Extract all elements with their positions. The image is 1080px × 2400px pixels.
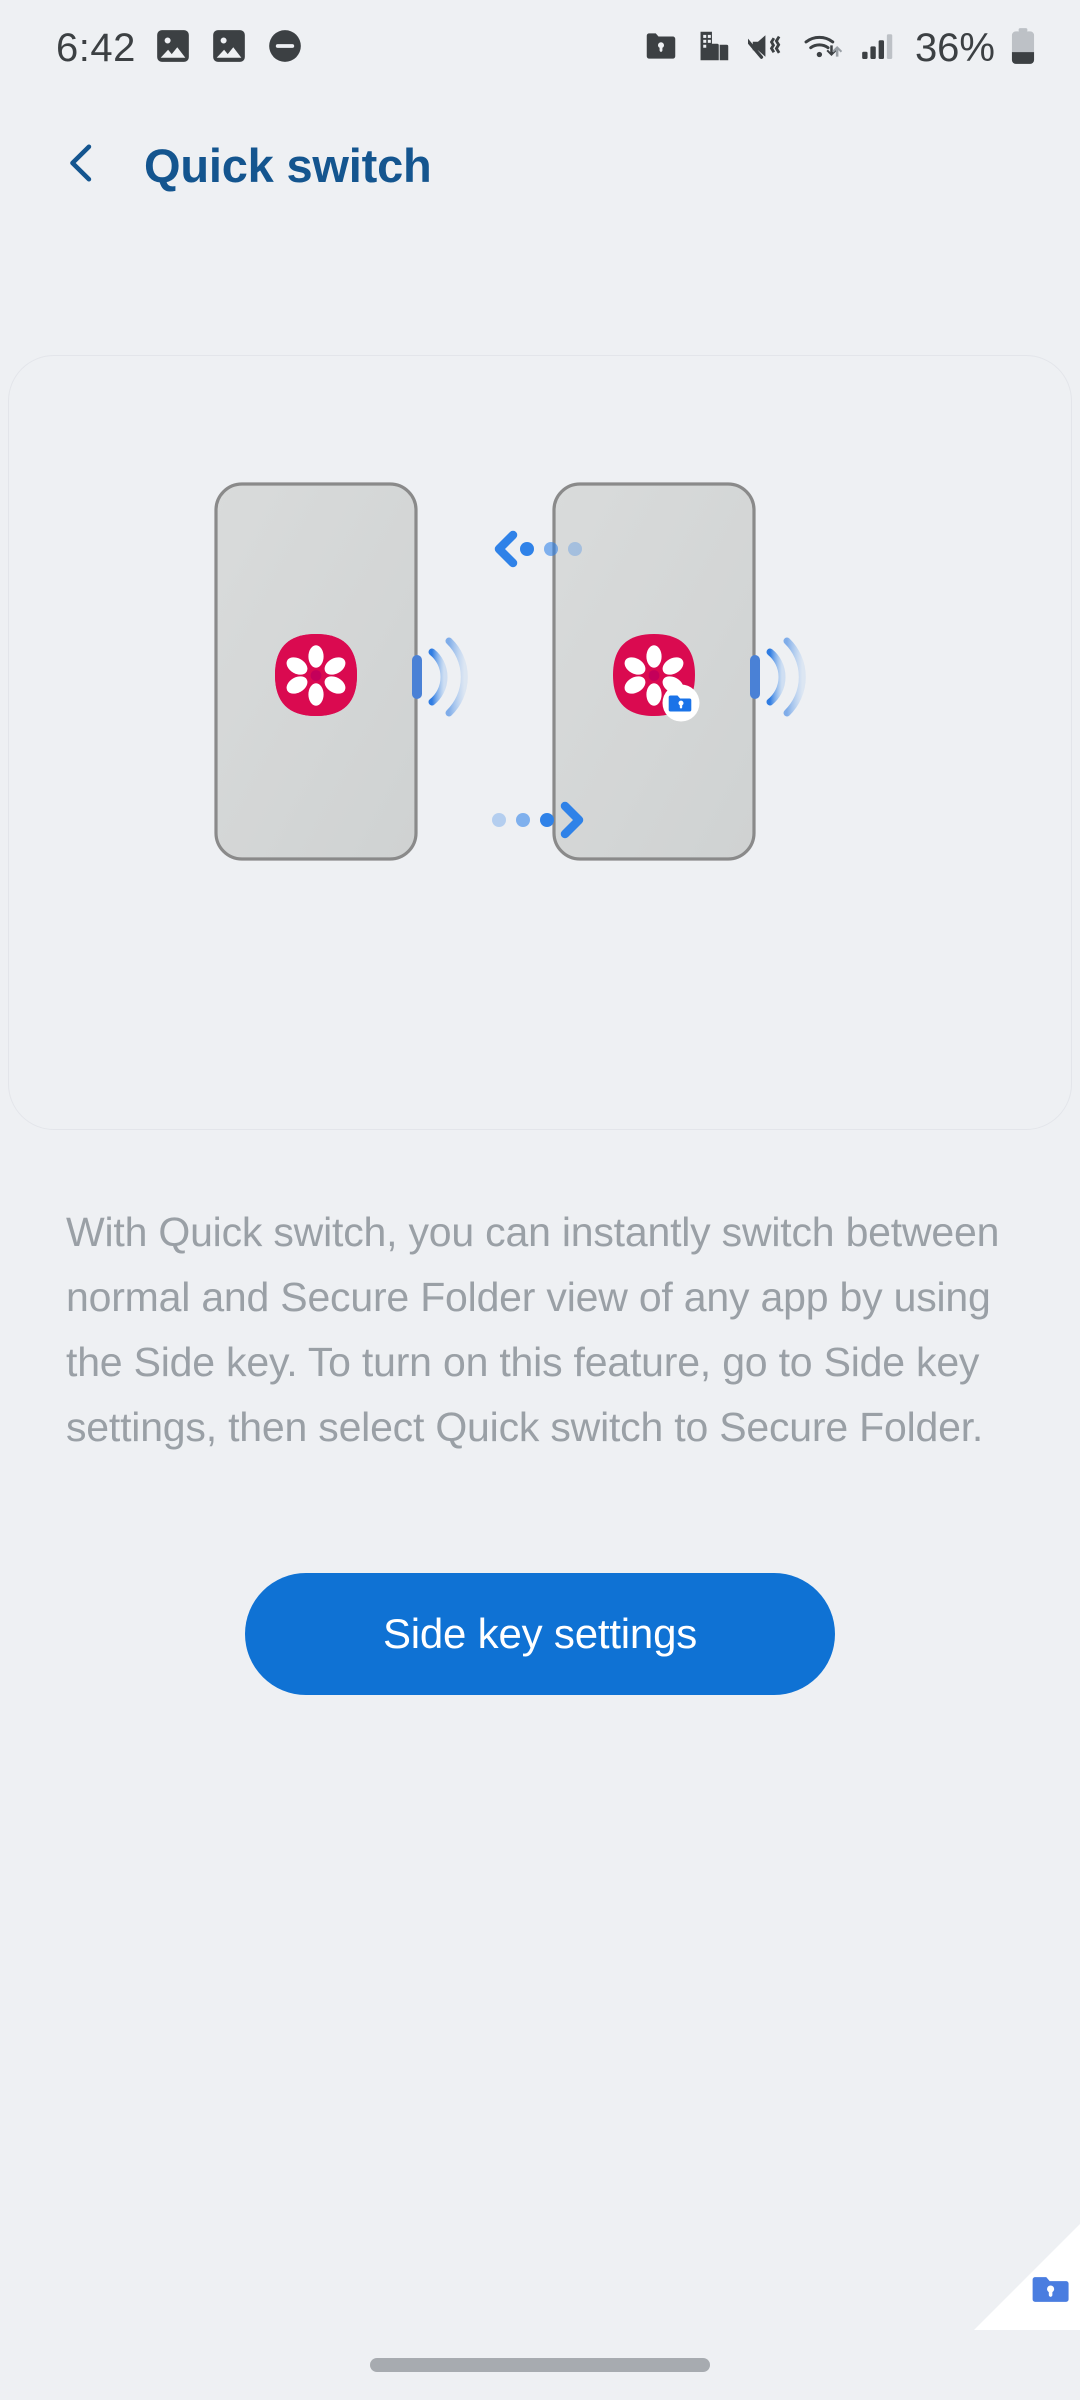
status-bar: 6:42 36% <box>0 0 1080 96</box>
left-phone <box>214 482 468 861</box>
right-phone <box>552 482 806 861</box>
gallery-flower-app-icon <box>275 634 357 716</box>
status-bar-right: 36% <box>642 26 1036 71</box>
wifi-icon <box>801 27 845 70</box>
home-gesture-handle[interactable] <box>370 2358 710 2372</box>
illustration-card <box>8 355 1072 1130</box>
gallery-image-icon-1 <box>154 27 192 70</box>
side-key-press-waves-right <box>766 637 806 717</box>
back-button[interactable] <box>34 117 130 213</box>
do-not-disturb-icon <box>266 27 304 70</box>
page-title: Quick switch <box>144 138 432 192</box>
work-profile-icon <box>695 27 733 70</box>
battery-icon <box>1010 26 1036 71</box>
side-key-press-waves <box>428 637 468 717</box>
screen-root: 6:42 36% Quick switch With Quick switch,… <box>0 0 1080 2400</box>
secure-folder-icon <box>642 27 680 70</box>
description-text: With Quick switch, you can instantly swi… <box>66 1209 1000 1450</box>
navigation-bar <box>0 2328 1080 2400</box>
quick-switch-illustration <box>214 482 806 861</box>
side-key-settings-button[interactable]: Side key settings <box>245 1573 835 1695</box>
side-key-right <box>750 655 760 699</box>
secure-folder-corner-icon <box>960 2210 1080 2330</box>
sound-mute-vibrate-icon <box>742 27 786 70</box>
cellular-signal-icon <box>860 27 896 70</box>
status-bar-clock: 6:42 <box>56 26 136 70</box>
side-key <box>412 655 422 699</box>
secure-folder-badge-icon <box>662 684 700 722</box>
gallery-image-icon-2 <box>210 27 248 70</box>
status-bar-left: 6:42 <box>56 27 304 70</box>
app-bar: Quick switch <box>0 110 1080 220</box>
battery-percentage: 36% <box>914 26 995 70</box>
chevron-left-icon <box>56 137 108 194</box>
